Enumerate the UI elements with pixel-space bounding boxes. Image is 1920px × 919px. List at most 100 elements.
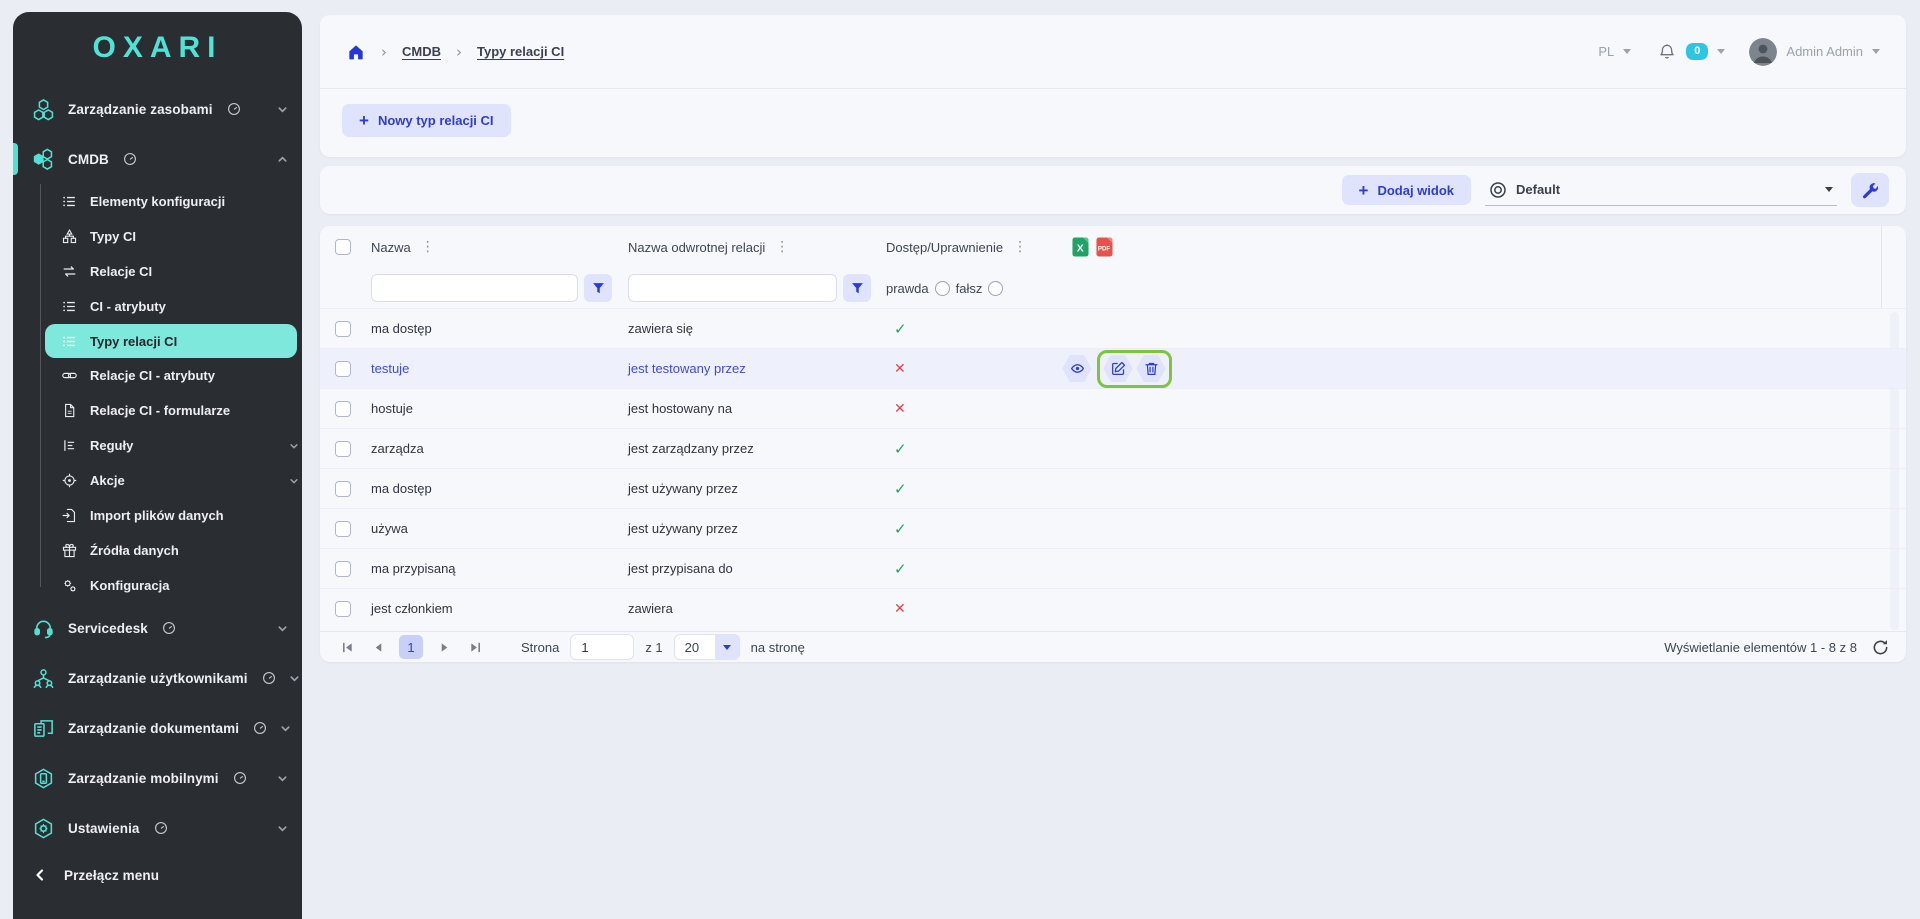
table-row[interactable]: zarządza jest zarządzany przez ✓: [320, 428, 1906, 468]
sidebar-item-zarzadzanie-zasobami[interactable]: Zarządzanie zasobami: [13, 84, 302, 134]
excel-icon[interactable]: X: [1072, 237, 1089, 257]
relation-name: zarządza: [371, 441, 424, 456]
column-menu-icon[interactable]: ⋮: [775, 239, 789, 255]
sidebar-item-zrodla-danych[interactable]: Źródła danych: [13, 533, 302, 568]
column-menu-icon[interactable]: ⋮: [421, 239, 435, 255]
filter-input-nazwa-odwrotnej[interactable]: [628, 274, 837, 302]
next-page-button[interactable]: [434, 637, 454, 657]
toggle-menu-button[interactable]: Przełącz menu: [13, 855, 302, 895]
breadcrumb-link-cmdb[interactable]: CMDB: [402, 44, 441, 59]
filter-button[interactable]: [843, 274, 871, 302]
home-icon[interactable]: [346, 42, 366, 62]
caret-down-icon[interactable]: [1623, 49, 1631, 54]
page-size-select[interactable]: 20: [674, 634, 740, 660]
breadcrumb-link-typy-relacji-ci[interactable]: Typy relacji CI: [477, 44, 564, 59]
select-all-checkbox[interactable]: [335, 239, 351, 255]
rules-icon: [60, 437, 78, 455]
sidebar-item-typy-relacji-ci[interactable]: Typy relacji CI: [45, 324, 297, 358]
sidebar-item-cmdb[interactable]: CMDB: [13, 134, 302, 184]
add-view-button[interactable]: + Dodaj widok: [1342, 175, 1472, 205]
relation-name: jest członkiem: [371, 601, 453, 616]
breadcrumb-separator: ›: [456, 43, 462, 61]
sidebar-item-zarzadzanie-mobilnymi[interactable]: Zarządzanie mobilnymi: [13, 753, 302, 803]
language-selector[interactable]: PL: [1598, 44, 1614, 59]
filter-button[interactable]: [584, 274, 612, 302]
caret-down-icon[interactable]: [1717, 49, 1725, 54]
filter-input-nazwa[interactable]: [371, 274, 578, 302]
edit-button[interactable]: [1103, 355, 1133, 383]
relation-name[interactable]: testuje: [371, 361, 409, 376]
sidebar-item-zarzadzanie-dokumentami[interactable]: Zarządzanie dokumentami: [13, 703, 302, 753]
gauge-icon: [162, 621, 176, 635]
row-checkbox[interactable]: [335, 601, 351, 617]
list-icon: [60, 298, 78, 316]
caret-down-icon: [1825, 187, 1833, 192]
relations-icon: [60, 263, 78, 281]
inverse-relation-name: jest hostowany na: [628, 401, 732, 416]
view-select[interactable]: Default: [1485, 175, 1837, 206]
column-menu-icon[interactable]: ⋮: [1013, 239, 1027, 255]
table-row[interactable]: ma przypisaną jest przypisana do ✓: [320, 548, 1906, 588]
current-page-button[interactable]: 1: [399, 635, 423, 659]
sidebar-item-konfiguracja[interactable]: Konfiguracja: [13, 568, 302, 603]
sidebar-item-zarzadzanie-uzytkownikami[interactable]: Zarządzanie użytkownikami: [13, 653, 302, 703]
preview-button[interactable]: [1062, 355, 1092, 383]
inverse-relation-name[interactable]: jest testowany przez: [628, 361, 746, 376]
table-row[interactable]: hostuje jest hostowany na ✕: [320, 388, 1906, 428]
row-checkbox[interactable]: [335, 521, 351, 537]
sidebar-item-servicedesk[interactable]: Servicedesk: [13, 603, 302, 653]
table-row[interactable]: ma dostęp jest używany przez ✓: [320, 468, 1906, 508]
previous-page-button[interactable]: [368, 637, 388, 657]
refresh-icon[interactable]: [1872, 639, 1889, 656]
notification-badge[interactable]: 0: [1686, 43, 1708, 60]
row-checkbox[interactable]: [335, 401, 351, 417]
table-settings-button[interactable]: [1851, 173, 1889, 207]
sidebar-item-relacje-ci-formularze[interactable]: Relacje CI - formularze: [13, 393, 302, 428]
page-of-label: z 1: [645, 640, 662, 655]
bell-icon[interactable]: [1657, 42, 1677, 62]
pdf-icon[interactable]: PDF: [1096, 237, 1113, 257]
table-row[interactable]: używa jest używany przez ✓: [320, 508, 1906, 548]
page-number-input[interactable]: [570, 634, 634, 660]
access-false-icon: ✕: [894, 401, 906, 417]
relation-name: używa: [371, 521, 408, 536]
filter-false-radio[interactable]: [988, 281, 1003, 296]
sidebar-item-akcje[interactable]: Akcje: [13, 463, 302, 498]
filter-true-radio[interactable]: [935, 281, 950, 296]
sidebar-item-relacje-ci-atrybuty[interactable]: Relacje CI - atrybuty: [13, 358, 302, 393]
first-page-button[interactable]: [337, 637, 357, 657]
sidebar-item-label: Zarządzanie mobilnymi: [68, 771, 219, 786]
sidebar-item-label: Elementy konfiguracji: [90, 194, 225, 209]
sidebar-item-reguly[interactable]: Reguły: [13, 428, 302, 463]
sidebar-item-ustawienia[interactable]: Ustawienia: [13, 803, 302, 853]
row-checkbox[interactable]: [335, 481, 351, 497]
sidebar-item-label: Źródła danych: [90, 543, 179, 558]
table-row[interactable]: ma dostęp zawiera się ✓: [320, 308, 1906, 348]
table-row[interactable]: jest członkiem zawiera ✕: [320, 588, 1906, 628]
gauge-icon: [154, 821, 168, 835]
row-checkbox[interactable]: [335, 561, 351, 577]
sidebar-item-elementy-konfiguracji[interactable]: Elementy konfiguracji: [13, 184, 302, 219]
last-page-button[interactable]: [465, 637, 485, 657]
per-page-label: na stronę: [751, 640, 805, 655]
row-checkbox[interactable]: [335, 441, 351, 457]
table-card: Nazwa ⋮ Nazwa odwrotnej relacji ⋮ Dostęp…: [320, 226, 1906, 662]
caret-down-icon[interactable]: [1872, 49, 1880, 54]
settings-icon: [31, 816, 55, 840]
sidebar-item-relacje-ci[interactable]: Relacje CI: [13, 254, 302, 289]
inverse-relation-name: jest używany przez: [628, 481, 738, 496]
delete-button[interactable]: [1136, 355, 1166, 383]
row-checkbox[interactable]: [335, 321, 351, 337]
sidebar-item-typy-ci[interactable]: Typy CI: [13, 219, 302, 254]
user-name[interactable]: Admin Admin: [1786, 44, 1863, 59]
avatar[interactable]: [1749, 38, 1777, 66]
highlight-annotation-box: [1097, 350, 1172, 388]
table-row-highlighted[interactable]: testuje jest testowany przez ✕: [320, 348, 1906, 388]
header-row: › CMDB › Typy relacji CI PL 0 Admin Admi…: [320, 15, 1906, 89]
new-relation-type-button[interactable]: + Nowy typ relacji CI: [342, 104, 511, 137]
sidebar-item-label: Zarządzanie zasobami: [68, 102, 213, 117]
sidebar-item-import-plikow-danych[interactable]: Import plików danych: [13, 498, 302, 533]
eye-icon: [1070, 361, 1085, 376]
row-checkbox[interactable]: [335, 361, 351, 377]
sidebar-item-ci-atrybuty[interactable]: CI - atrybuty: [13, 289, 302, 324]
